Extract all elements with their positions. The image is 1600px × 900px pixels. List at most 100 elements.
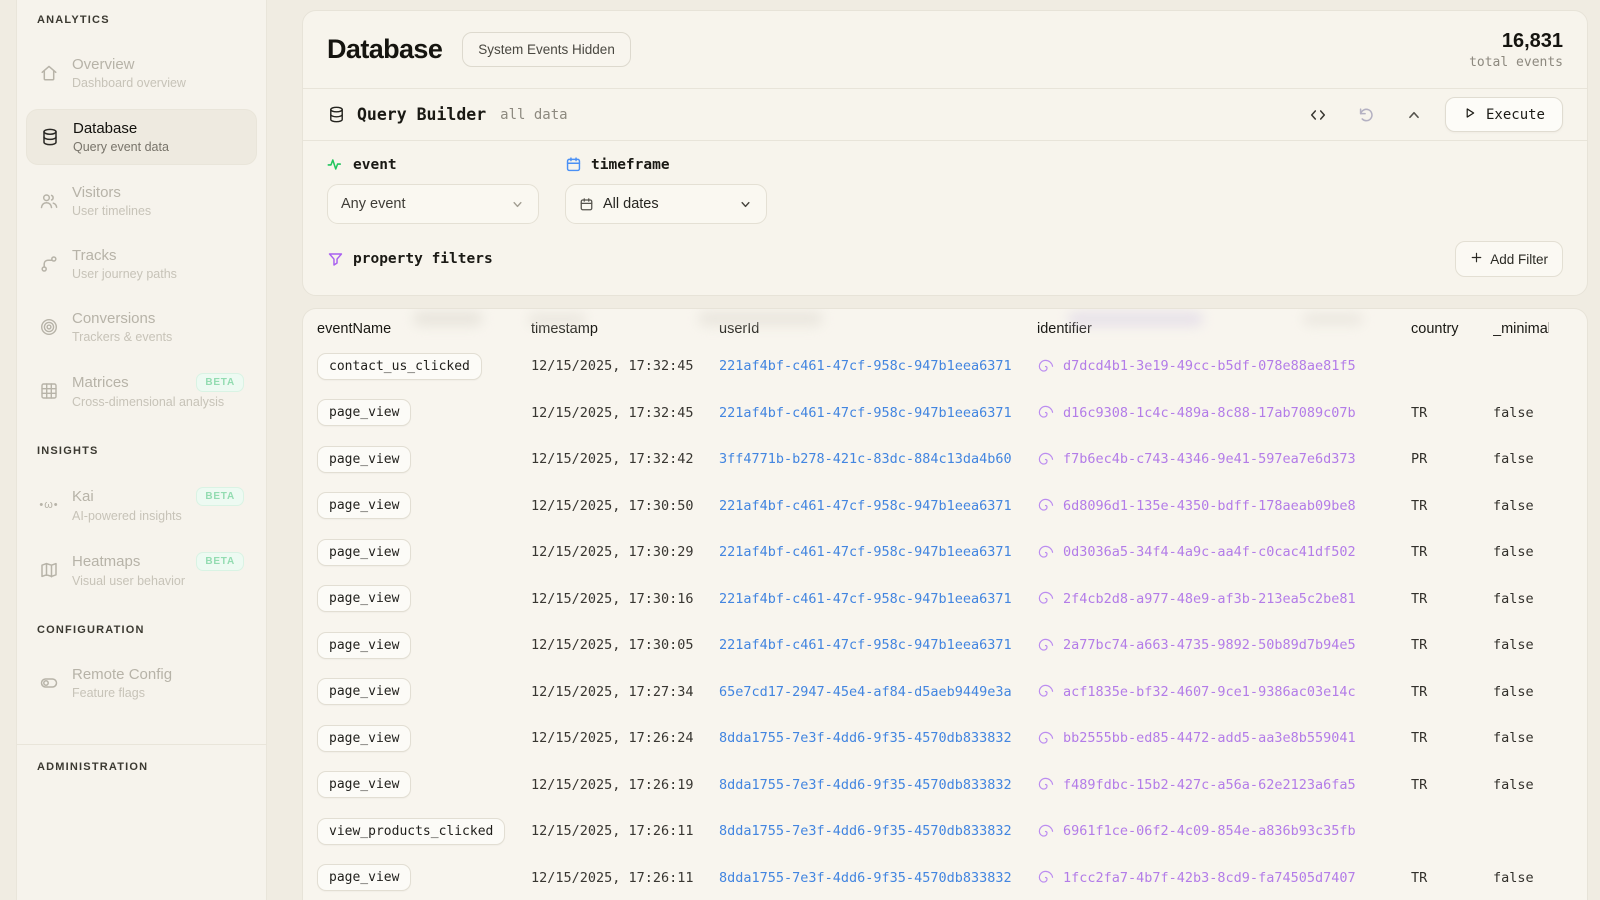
reset-query-button[interactable] — [1349, 100, 1383, 130]
sidebar-item-subtitle: AI-powered insights — [72, 509, 244, 523]
event-name-pill[interactable]: page_view — [317, 399, 411, 426]
total-events-value: 16,831 — [1469, 30, 1563, 53]
code-icon — [1309, 106, 1327, 124]
code-view-button[interactable] — [1301, 100, 1335, 130]
event-select[interactable]: Any event — [327, 184, 539, 224]
event-name-pill[interactable]: page_view — [317, 632, 411, 659]
sidebar-section: ADMINISTRATION — [17, 744, 266, 773]
user-id-link[interactable]: 65e7cd17-2947-45e4-af84-d5aeb9449e3a — [719, 684, 1012, 700]
event-filter-label: event — [353, 157, 397, 173]
table-row[interactable]: page_view12/15/2025, 17:26:198dda1755-7e… — [317, 762, 1573, 809]
identifier-value[interactable]: bb2555bb-ed85-4472-add5-aa3e8b559041 — [1063, 730, 1356, 746]
fingerprint-icon — [1037, 776, 1054, 793]
system-events-hidden-button[interactable]: System Events Hidden — [462, 32, 631, 67]
sidebar-item-tracks[interactable]: TracksUser journey paths — [26, 237, 257, 291]
event-name-pill[interactable]: page_view — [317, 585, 411, 612]
user-id-link[interactable]: 221af4bf-c461-47cf-958c-947b1eea6371 — [719, 637, 1012, 653]
event-name-pill[interactable]: view_products_clicked — [317, 818, 505, 845]
identifier-value[interactable]: d16c9308-1c4c-489a-8c88-17ab7089c07b — [1063, 405, 1356, 421]
beta-badge: BETA — [196, 552, 244, 571]
sidebar: ANALYTICSOverviewDashboard overviewDatab… — [16, 0, 267, 900]
toggle-icon — [39, 673, 59, 693]
fingerprint-icon — [1037, 683, 1054, 700]
sidebar-item-remote-config[interactable]: Remote ConfigFeature flags — [26, 656, 257, 710]
event-name-pill[interactable]: page_view — [317, 446, 411, 473]
user-id-link[interactable]: 221af4bf-c461-47cf-958c-947b1eea6371 — [719, 358, 1012, 374]
table-row[interactable]: page_view12/15/2025, 17:32:45221af4bf-c4… — [317, 390, 1573, 437]
sidebar-item-heatmaps[interactable]: HeatmapsBETAVisual user behavior — [26, 542, 257, 598]
sidebar-item-label: Matrices — [72, 374, 129, 391]
table-row[interactable]: page_view12/15/2025, 17:26:118dda1755-7e… — [317, 855, 1573, 900]
user-id-link[interactable]: 221af4bf-c461-47cf-958c-947b1eea6371 — [719, 544, 1012, 560]
sidebar-section-label: ADMINISTRATION — [17, 761, 266, 773]
event-name-pill[interactable]: page_view — [317, 864, 411, 891]
sidebar-item-conversions[interactable]: ConversionsTrackers & events — [26, 300, 257, 354]
events-table-card: eventNametimestampuserIdidentifiercountr… — [302, 308, 1588, 900]
minimal-value: false — [1493, 870, 1534, 886]
event-name-pill[interactable]: contact_us_clicked — [317, 353, 482, 380]
table-row[interactable]: page_view12/15/2025, 17:30:16221af4bf-c4… — [317, 576, 1573, 623]
table-row[interactable]: view_products_clicked12/15/2025, 17:26:1… — [317, 808, 1573, 855]
identifier-value[interactable]: 0d3036a5-34f4-4a9c-aa4f-c0cac41df502 — [1063, 544, 1356, 560]
timeframe-select[interactable]: All dates — [565, 184, 767, 224]
timestamp-value: 12/15/2025, 17:32:45 — [531, 358, 694, 374]
user-id-link[interactable]: 8dda1755-7e3f-4dd6-9f35-4570db833832 — [719, 777, 1012, 793]
execute-button[interactable]: Execute — [1445, 97, 1563, 132]
sidebar-item-matrices[interactable]: MatricesBETACross-dimensional analysis — [26, 363, 257, 419]
user-id-link[interactable]: 3ff4771b-b278-421c-83dc-884c13da4b60 — [719, 451, 1012, 467]
minimal-value: false — [1493, 730, 1534, 746]
identifier-value[interactable]: 6961f1ce-06f2-4c09-854e-a836b93c35fb — [1063, 823, 1356, 839]
user-id-link[interactable]: 8dda1755-7e3f-4dd6-9f35-4570db833832 — [719, 730, 1012, 746]
user-id-link[interactable]: 8dda1755-7e3f-4dd6-9f35-4570db833832 — [719, 823, 1012, 839]
sidebar-item-label: Conversions — [72, 310, 155, 327]
sidebar-section: INSIGHTS•ω•KaiBETAAI-powered insightsHea… — [17, 445, 266, 598]
user-id-link[interactable]: 221af4bf-c461-47cf-958c-947b1eea6371 — [719, 591, 1012, 607]
event-name-pill[interactable]: page_view — [317, 725, 411, 752]
table-row[interactable]: page_view12/15/2025, 17:30:29221af4bf-c4… — [317, 529, 1573, 576]
identifier-value[interactable]: acf1835e-bf32-4607-9ce1-9386ac03e14c — [1063, 684, 1356, 700]
table-row[interactable]: page_view 12/15/2025, 17:27:34 65e7cd17-29… — [317, 669, 1573, 716]
user-id-link[interactable]: 221af4bf-c461-47cf-958c-947b1eea6371 — [719, 405, 1012, 421]
table-row[interactable]: page_view12/15/2025, 17:26:248dda1755-7e… — [317, 715, 1573, 762]
user-id-link[interactable]: 8dda1755-7e3f-4dd6-9f35-4570db833832 — [719, 870, 1012, 886]
identifier-value[interactable]: 2f4cb2d8-a977-48e9-af3b-213ea5c2be81 — [1063, 591, 1356, 607]
sidebar-item-database[interactable]: DatabaseQuery event data — [26, 109, 257, 165]
table-row[interactable]: contact_us_clicked 12/15/2025, 17:32:45 22… — [317, 343, 1573, 390]
main-content: Database System Events Hidden 16,831 tot… — [302, 10, 1588, 900]
identifier-value[interactable]: 2a77bc74-a663-4735-9892-50b89d7b94e5 — [1063, 637, 1356, 653]
grid-icon — [39, 381, 59, 401]
refresh-icon — [1357, 106, 1375, 124]
identifier-value[interactable]: 6d8096d1-135e-4350-bdff-178aeab09be8 — [1063, 498, 1356, 514]
fingerprint-icon — [1037, 637, 1054, 654]
identifier-value[interactable]: f489fdbc-15b2-427c-a56a-62e2123a6fa5 — [1063, 777, 1356, 793]
collapse-button[interactable] — [1397, 100, 1431, 130]
chevron-up-icon — [1405, 106, 1423, 124]
sidebar-item-subtitle: Dashboard overview — [72, 76, 244, 90]
sidebar-item-visitors[interactable]: VisitorsUser timelines — [26, 174, 257, 228]
table-row[interactable]: page_view12/15/2025, 17:30:05221af4bf-c4… — [317, 622, 1573, 669]
timestamp-value: 12/15/2025, 17:27:34 — [531, 684, 694, 700]
user-id-link[interactable]: 221af4bf-c461-47cf-958c-947b1eea6371 — [719, 498, 1012, 514]
table-row[interactable]: page_view12/15/2025, 17:30:50221af4bf-c4… — [317, 483, 1573, 530]
add-filter-button[interactable]: Add Filter — [1455, 241, 1563, 277]
identifier-value[interactable]: f7b6ec4b-c743-4346-9e41-597ea7e6d373 — [1063, 451, 1356, 467]
column-header-minimal: _minimal — [1493, 321, 1549, 337]
chevron-down-icon — [510, 197, 525, 212]
identifier-value[interactable]: d7dcd4b1-3e19-49cc-b5df-078e88ae81f5 — [1063, 358, 1356, 374]
country-value: TR — [1411, 684, 1427, 700]
event-name-pill[interactable]: page_view — [317, 771, 411, 798]
calendar-small-icon — [579, 197, 594, 212]
event-name-pill[interactable]: page_view — [317, 492, 411, 519]
timeframe-select-value: All dates — [603, 196, 659, 212]
country-value: TR — [1411, 637, 1427, 653]
minimal-value: false — [1493, 451, 1534, 467]
map-icon — [39, 560, 59, 580]
identifier-value[interactable]: 1fcc2fa7-4b7f-42b3-8cd9-fa74505d7407 — [1063, 870, 1356, 886]
table-row[interactable]: page_view12/15/2025, 17:32:423ff4771b-b2… — [317, 436, 1573, 483]
country-value: TR — [1411, 777, 1427, 793]
events-table-body: contact_us_clicked 12/15/2025, 17:32:45 22… — [303, 343, 1587, 900]
sidebar-item-overview[interactable]: OverviewDashboard overview — [26, 46, 257, 100]
sidebar-item-kai[interactable]: •ω•KaiBETAAI-powered insights — [26, 477, 257, 533]
event-name-pill[interactable]: page_view — [317, 539, 411, 566]
event-name-pill[interactable]: page_view — [317, 678, 411, 705]
